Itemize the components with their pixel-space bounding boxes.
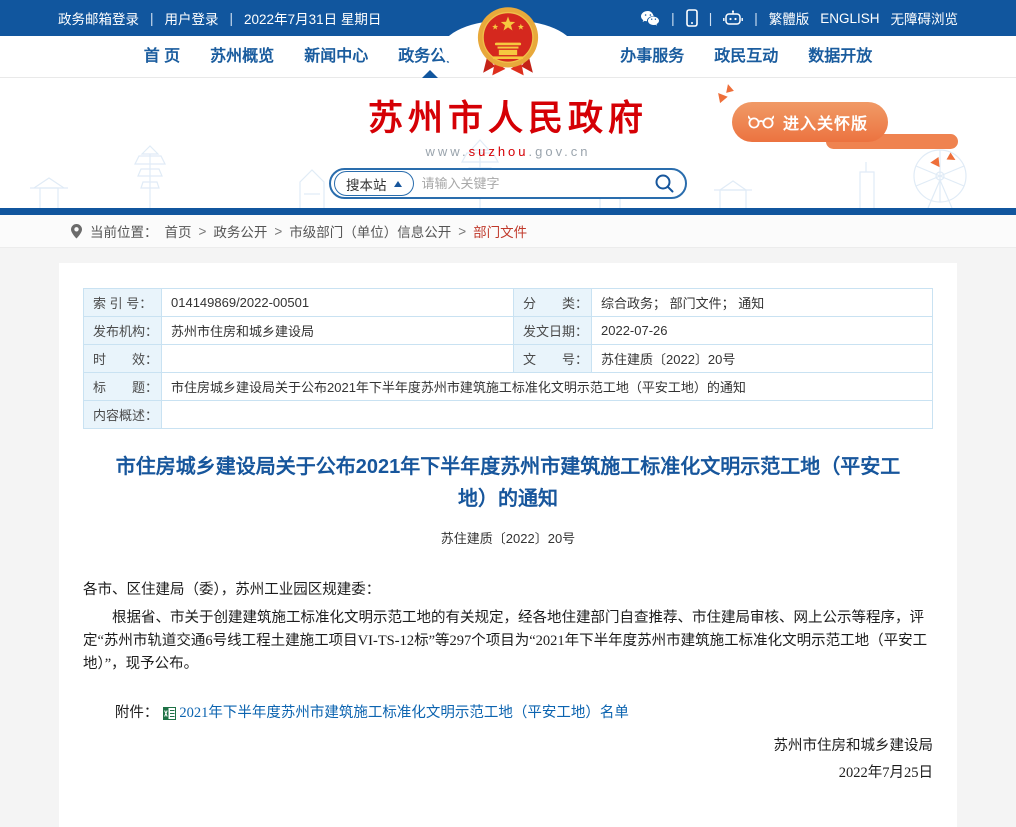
document-meta-table: 索 引 号： 014149869/2022-00501 分 类： 综合政务； 部… xyxy=(83,288,933,429)
article-doc-number: 苏住建质〔2022〕20号 xyxy=(83,528,933,547)
meta-value-summary xyxy=(162,401,933,429)
meta-label-category: 分 类： xyxy=(514,289,592,317)
site-header: 苏州市人民政府 www.suzhou.gov.cn 搜本站 进入关怀版 xyxy=(0,78,1016,208)
content-area: 索 引 号： 014149869/2022-00501 分 类： 综合政务； 部… xyxy=(0,248,1016,827)
search-button[interactable] xyxy=(654,173,675,194)
meta-value-index: 014149869/2022-00501 xyxy=(162,289,514,317)
mobile-icon[interactable] xyxy=(686,9,698,27)
search-row: 搜本站 xyxy=(0,168,1016,199)
mail-login-link[interactable]: 政务邮箱登录 xyxy=(58,8,139,28)
breadcrumb-item-gov-info[interactable]: 政务公开 xyxy=(213,221,267,241)
care-version-button[interactable]: 进入关怀版 xyxy=(732,102,888,142)
header-divider-strip xyxy=(0,208,1016,215)
search-scope-dropdown[interactable]: 搜本站 xyxy=(334,171,414,196)
topbar-left: 政务邮箱登录 | 用户登录 | 2022年7月31日 星期日 xyxy=(58,8,381,28)
nav-item-news[interactable]: 新闻中心 xyxy=(289,36,383,78)
care-version-widget: 进入关怀版 xyxy=(732,96,960,160)
meta-label-doc-number: 文 号： xyxy=(514,345,592,373)
meta-label-title: 标 题： xyxy=(84,373,162,401)
table-row: 标 题： 市住房城乡建设局关于公布2021年下半年度苏州市建筑施工标准化文明示范… xyxy=(84,373,933,401)
meta-label-summary: 内容概述： xyxy=(84,401,162,429)
divider: | xyxy=(230,11,234,26)
traditional-version-link[interactable]: 繁體版 xyxy=(769,8,810,28)
current-date: 2022年7月31日 星期日 xyxy=(244,8,381,28)
breadcrumb-item-home[interactable]: 首页 xyxy=(165,221,192,241)
excel-file-icon xyxy=(163,707,176,720)
attachment-label: 附件： xyxy=(115,702,159,725)
signature-date: 2022年7月25日 xyxy=(83,760,933,787)
meta-value-validity xyxy=(162,345,514,373)
meta-value-title: 市住房城乡建设局关于公布2021年下半年度苏州市建筑施工标准化文明示范工地（平安… xyxy=(162,373,933,401)
nav-item-interaction[interactable]: 政民互动 xyxy=(699,36,793,78)
meta-label-agency: 发布机构： xyxy=(84,317,162,345)
chevron-up-icon xyxy=(394,181,402,187)
url-prefix: www. xyxy=(426,144,469,159)
nav-item-open-data[interactable]: 数据开放 xyxy=(793,36,887,78)
english-version-link[interactable]: ENGLISH xyxy=(820,11,879,26)
attachment-link[interactable]: 2021年下半年度苏州市建筑施工标准化文明示范工地（平安工地）名单 xyxy=(179,702,629,725)
accessibility-link[interactable]: 无障碍浏览 xyxy=(891,8,959,28)
article-title: 市住房城乡建设局关于公布2021年下半年度苏州市建筑施工标准化文明示范工地（平安… xyxy=(107,451,909,515)
breadcrumb-separator: > xyxy=(458,224,466,239)
meta-value-doc-number: 苏住建质〔2022〕20号 xyxy=(592,345,933,373)
meta-value-issue-date: 2022-07-26 xyxy=(592,317,933,345)
topbar-right: | | | 繁體版 ENGLISH 无障碍浏览 xyxy=(640,8,958,28)
national-emblem xyxy=(442,0,574,78)
glasses-icon xyxy=(748,115,774,129)
divider: | xyxy=(150,11,154,26)
table-row: 索 引 号： 014149869/2022-00501 分 类： 综合政务； 部… xyxy=(84,289,933,317)
search-box: 搜本站 xyxy=(329,168,687,199)
nav-item-services[interactable]: 办事服务 xyxy=(605,36,699,78)
nav-item-home[interactable]: 首 页 xyxy=(129,36,195,78)
location-pin-icon xyxy=(70,223,83,239)
breadcrumb-separator: > xyxy=(199,224,207,239)
divider: | xyxy=(671,11,675,26)
magnifier-icon xyxy=(654,173,675,194)
attachment-row: 附件： 2021年下半年度苏州市建筑施工标准化文明示范工地（平安工地）名单 xyxy=(83,702,933,725)
breadcrumb-label: 当前位置： xyxy=(90,221,158,241)
meta-label-index: 索 引 号： xyxy=(84,289,162,317)
wechat-icon[interactable] xyxy=(640,10,660,26)
breadcrumb-item-dept-files: 部门文件 xyxy=(473,221,527,241)
breadcrumb: 当前位置： 首页 > 政务公开 > 市级部门（单位）信息公开 > 部门文件 xyxy=(0,215,1016,248)
table-row: 发布机构： 苏州市住房和城乡建设局 发文日期： 2022-07-26 xyxy=(84,317,933,345)
user-login-link[interactable]: 用户登录 xyxy=(165,8,219,28)
signature-agency: 苏州市住房和城乡建设局 xyxy=(83,733,933,760)
search-scope-label: 搜本站 xyxy=(346,174,387,194)
meta-value-category: 综合政务； 部门文件； 通知 xyxy=(592,289,933,317)
article-salutation: 各市、区住建局（委），苏州工业园区规建委： xyxy=(83,579,933,602)
article-body: 各市、区住建局（委），苏州工业园区规建委： 根据省、市关于创建建筑施工标准化文明… xyxy=(83,579,933,787)
breadcrumb-item-dept-disclosure[interactable]: 市级部门（单位）信息公开 xyxy=(289,221,451,241)
url-highlight: suzhou xyxy=(469,144,529,159)
arrow-decoration xyxy=(947,153,958,164)
meta-label-validity: 时 效： xyxy=(84,345,162,373)
divider: | xyxy=(709,11,713,26)
robot-icon[interactable] xyxy=(723,10,743,27)
table-row: 时 效： 文 号： 苏住建质〔2022〕20号 xyxy=(84,345,933,373)
search-input[interactable] xyxy=(414,176,655,191)
nav-item-overview[interactable]: 苏州概览 xyxy=(195,36,289,78)
article-paragraph: 根据省、市关于创建建筑施工标准化文明示范工地的有关规定，经各地住建部门自查推荐、… xyxy=(83,607,933,676)
care-button-label: 进入关怀版 xyxy=(783,110,868,134)
meta-label-issue-date: 发文日期： xyxy=(514,317,592,345)
meta-value-agency: 苏州市住房和城乡建设局 xyxy=(162,317,514,345)
table-row: 内容概述： xyxy=(84,401,933,429)
breadcrumb-separator: > xyxy=(274,224,282,239)
document-card: 索 引 号： 014149869/2022-00501 分 类： 综合政务； 部… xyxy=(59,263,957,827)
url-suffix: .gov.cn xyxy=(529,144,591,159)
divider: | xyxy=(754,11,758,26)
